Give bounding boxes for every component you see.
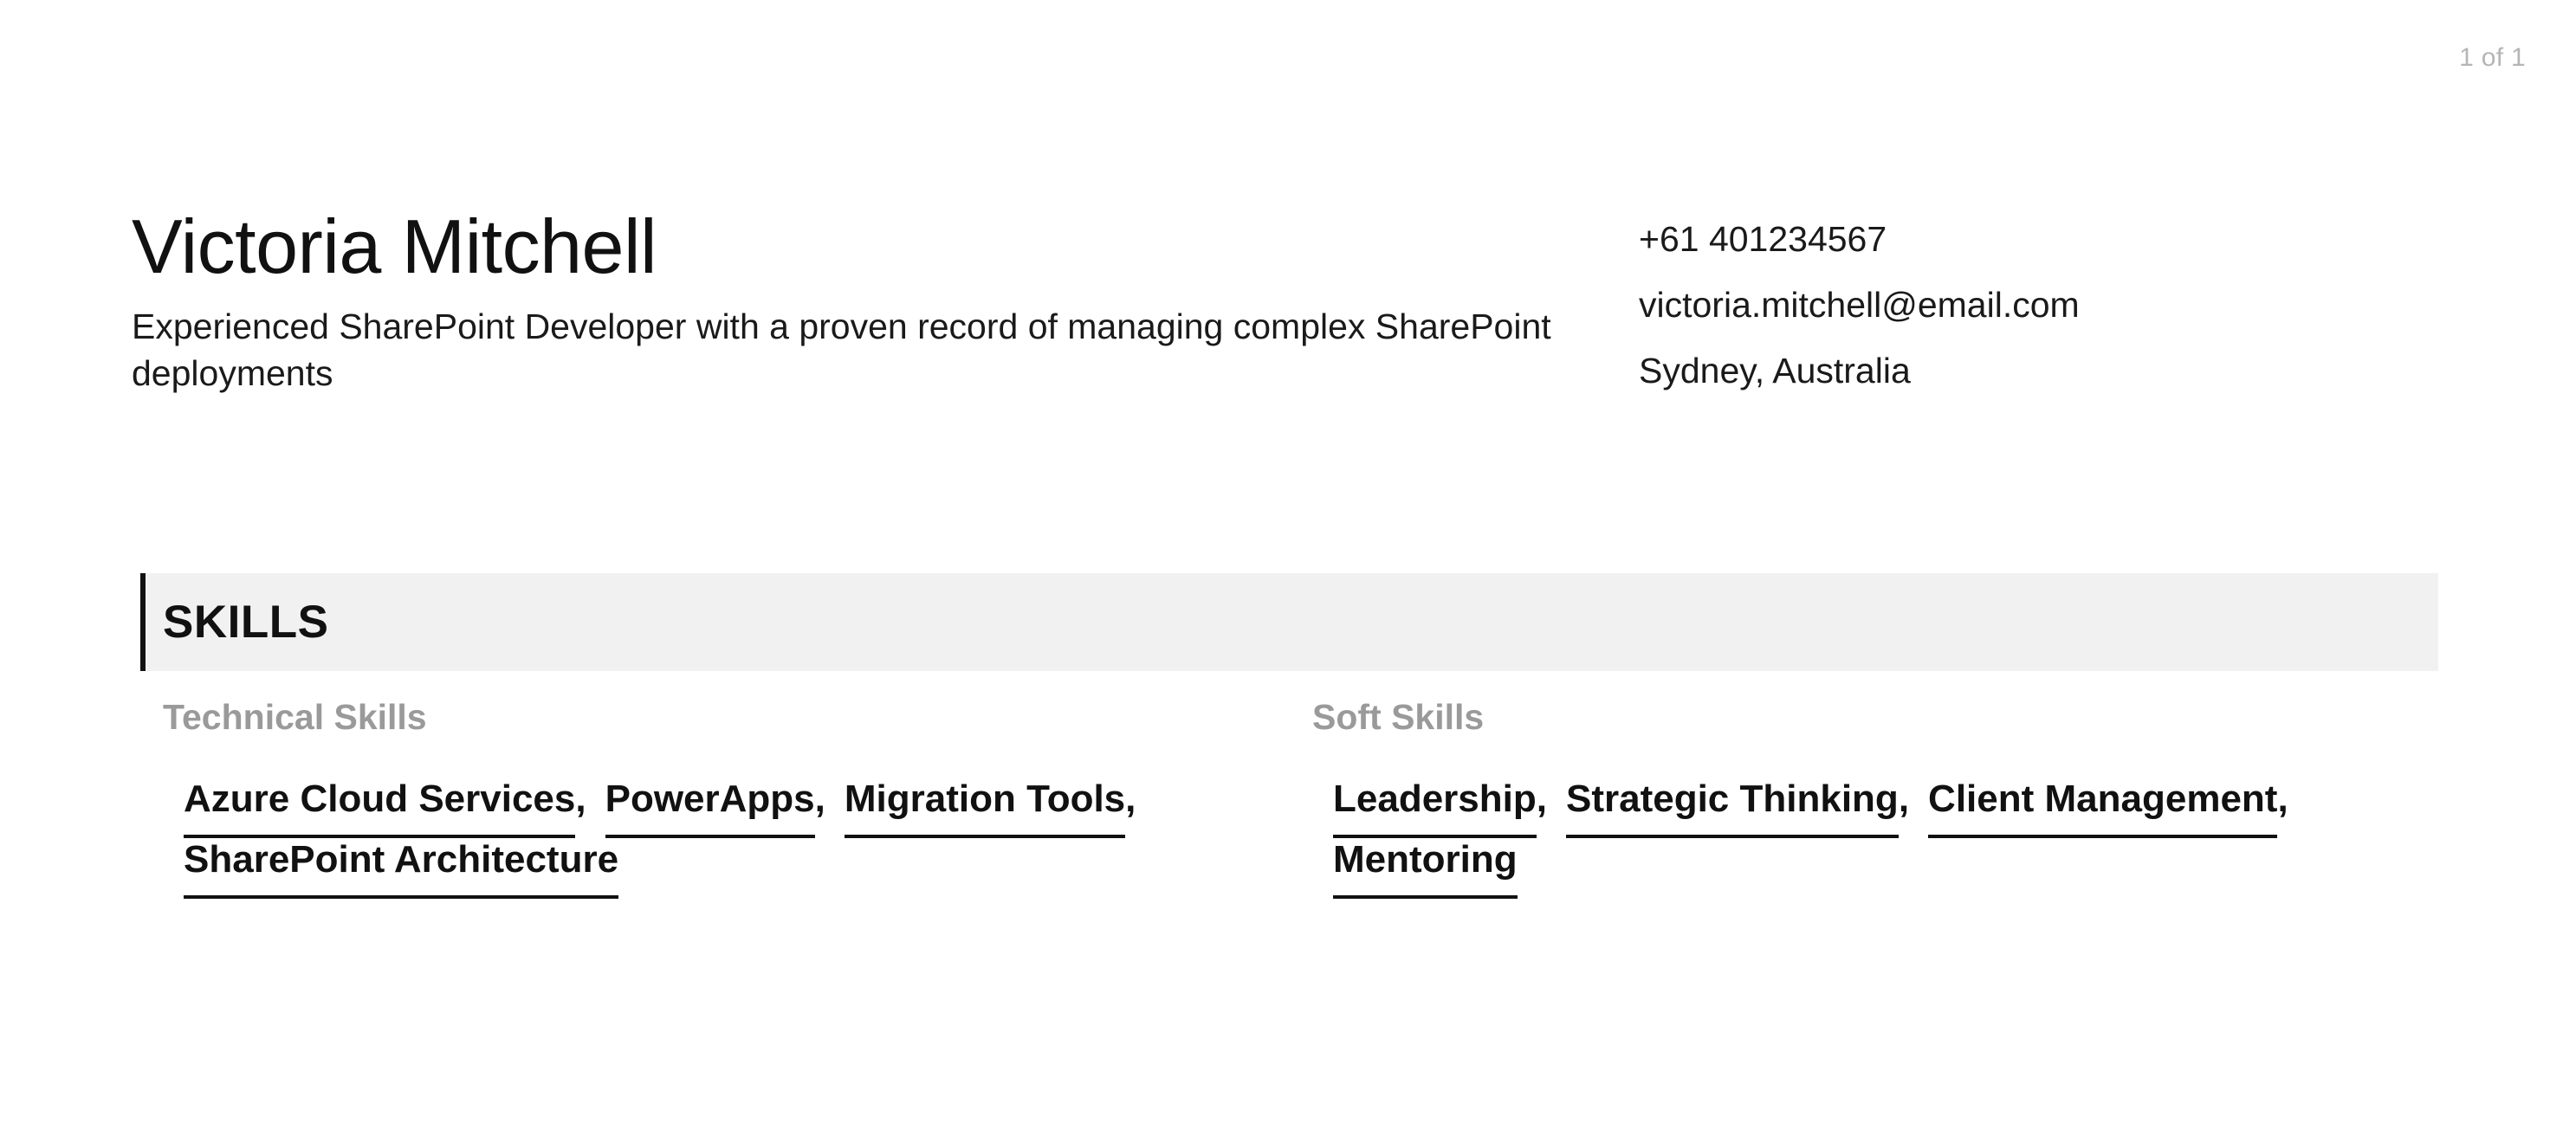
- section-header-bar: SKILLS: [140, 573, 2438, 671]
- skill-separator: ,: [575, 778, 586, 820]
- skill-item: Leadership,: [1333, 778, 1566, 838]
- skill-name: SharePoint Architecture: [184, 837, 619, 899]
- skill-name: Client Management: [1928, 778, 2278, 838]
- section-accent-bar: [140, 573, 146, 671]
- section-skills: SKILLS Technical Skills Azure Cloud Serv…: [140, 573, 2438, 899]
- identity-block: Victoria Mitchell Experienced SharePoint…: [132, 208, 1621, 397]
- contact-location: Sydney, Australia: [1639, 351, 1911, 391]
- skill-item: Strategic Thinking,: [1565, 778, 1928, 838]
- skill-separator: ,: [1898, 778, 1910, 820]
- skill-item: PowerApps,: [605, 778, 845, 838]
- skills-columns: Technical Skills Azure Cloud Services, P…: [163, 697, 2432, 899]
- skills-group-title: Technical Skills: [163, 697, 427, 737]
- skill-item: Mentoring: [1333, 837, 1518, 899]
- skill-item: Azure Cloud Services,: [184, 778, 605, 838]
- resume-document: Victoria Mitchell Experienced SharePoint…: [0, 0, 2576, 1123]
- skill-separator: ,: [814, 778, 825, 820]
- professional-summary: Experienced SharePoint Developer with a …: [132, 306, 1551, 393]
- contact-phone[interactable]: +61 401234567: [1639, 218, 2080, 261]
- skill-name: Azure Cloud Services: [184, 778, 576, 838]
- skill-name: Mentoring: [1333, 837, 1518, 899]
- section-title: SKILLS: [163, 597, 329, 648]
- contact-email[interactable]: victoria.mitchell@email.com: [1639, 284, 2080, 326]
- resume-header: Victoria Mitchell Experienced SharePoint…: [132, 208, 2444, 397]
- skill-name: Strategic Thinking: [1565, 778, 1899, 838]
- skills-list: Azure Cloud Services, PowerApps, Migrati…: [163, 769, 1312, 899]
- skills-list: Leadership, Strategic Thinking, Client M…: [1312, 769, 2430, 899]
- skill-item: Migration Tools,: [844, 778, 1155, 838]
- skill-name: Migration Tools: [844, 778, 1126, 838]
- skill-separator: ,: [1536, 778, 1547, 820]
- skills-group-soft: Soft Skills Leadership, Strategic Thinki…: [1312, 697, 2430, 899]
- skill-separator: ,: [2277, 778, 2288, 820]
- skill-item: SharePoint Architecture: [184, 837, 619, 899]
- skills-group-title: Soft Skills: [1312, 697, 1485, 737]
- candidate-name: Victoria Mitchell: [132, 203, 657, 289]
- skill-name: Leadership: [1333, 778, 1537, 838]
- skill-item: Client Management,: [1928, 778, 2307, 838]
- skill-name: PowerApps: [605, 778, 815, 838]
- contact-block: +61 401234567 victoria.mitchell@email.co…: [1639, 208, 2080, 393]
- skill-separator: ,: [1125, 778, 1136, 820]
- skills-group-technical: Technical Skills Azure Cloud Services, P…: [163, 697, 1312, 899]
